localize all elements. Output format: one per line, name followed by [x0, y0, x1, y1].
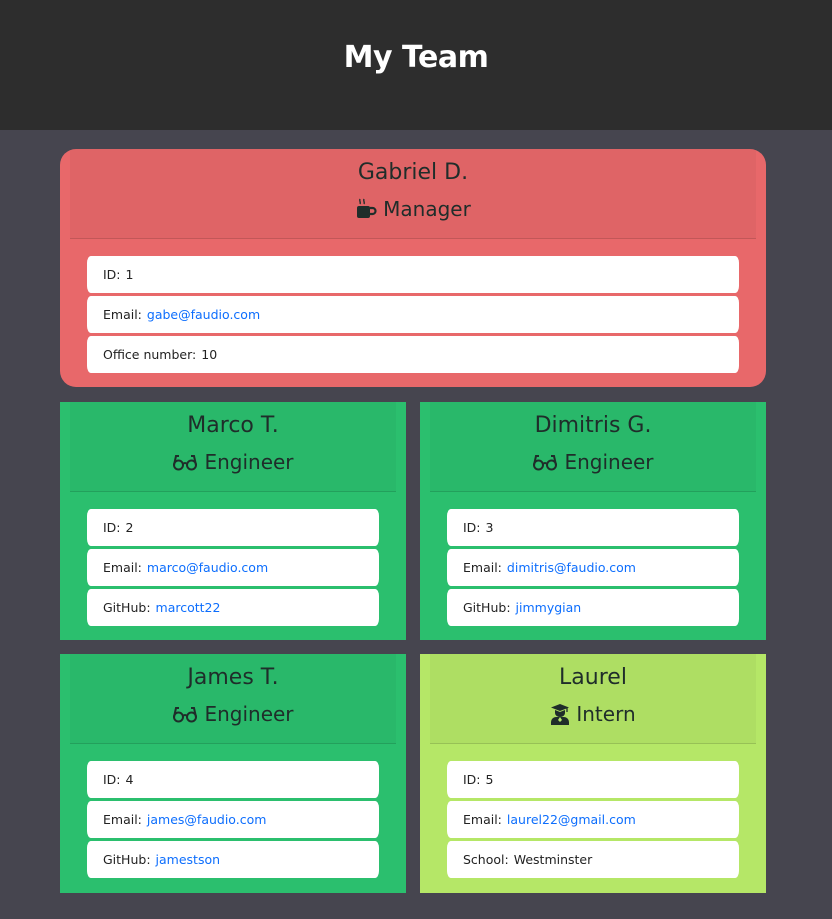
id-row: ID: 1 — [87, 256, 739, 293]
employee-name: Marco T. — [187, 413, 279, 438]
info-list: ID: 1 Email: gabe@faudio.com Office numb… — [87, 256, 739, 373]
id-value: 3 — [485, 520, 494, 535]
employee-name: Laurel — [559, 665, 627, 690]
email-label: Email: — [463, 560, 502, 575]
id-row: ID: 4 — [87, 761, 379, 798]
id-value: 1 — [125, 267, 134, 282]
coffee-mug-icon — [355, 198, 377, 220]
id-row: ID: 2 — [87, 509, 379, 546]
email-row: Email: laurel22@gmail.com — [447, 801, 739, 838]
glasses-icon — [532, 452, 558, 472]
email-link[interactable]: dimitris@faudio.com — [507, 560, 636, 575]
email-row: Email: marco@faudio.com — [87, 549, 379, 586]
employee-role: Manager — [355, 196, 471, 222]
email-link[interactable]: marco@faudio.com — [147, 560, 268, 575]
role-label: Engineer — [204, 702, 294, 726]
engineer-card: Dimitris G. Engineer ID: 3 Email: dimitr… — [420, 402, 766, 640]
email-label: Email: — [463, 812, 502, 827]
card-header: James T. Engineer — [70, 654, 396, 744]
github-link[interactable]: marcott22 — [156, 600, 221, 615]
engineer-card: Marco T. Engineer ID: 2 Email: marco@fau… — [60, 402, 406, 640]
info-list: ID: 5 Email: laurel22@gmail.com School: … — [447, 761, 739, 878]
id-row: ID: 3 — [447, 509, 739, 546]
office-label: Office number: — [103, 347, 197, 362]
email-link[interactable]: james@faudio.com — [147, 812, 267, 827]
id-label: ID: — [463, 520, 481, 535]
page-title: My Team — [343, 39, 489, 75]
office-value: 10 — [201, 347, 218, 362]
employee-name: Dimitris G. — [534, 413, 652, 438]
info-list: ID: 2 Email: marco@faudio.com GitHub: ma… — [87, 509, 379, 626]
id-row: ID: 5 — [447, 761, 739, 798]
github-row: GitHub: jamestson — [87, 841, 379, 878]
id-label: ID: — [103, 772, 121, 787]
glasses-icon — [172, 452, 198, 472]
github-row: GitHub: jimmygian — [447, 589, 739, 626]
github-link[interactable]: jimmygian — [516, 600, 582, 615]
id-value: 2 — [125, 520, 134, 535]
github-row: GitHub: marcott22 — [87, 589, 379, 626]
office-row: Office number: 10 — [87, 336, 739, 373]
email-link[interactable]: gabe@faudio.com — [147, 307, 260, 322]
email-label: Email: — [103, 560, 142, 575]
email-row: Email: gabe@faudio.com — [87, 296, 739, 333]
graduate-icon — [550, 703, 570, 725]
id-value: 4 — [125, 772, 134, 787]
github-link[interactable]: jamestson — [156, 852, 221, 867]
info-list: ID: 3 Email: dimitris@faudio.com GitHub:… — [447, 509, 739, 626]
school-value: Westminster — [513, 852, 593, 867]
email-label: Email: — [103, 307, 142, 322]
intern-card: Laurel Intern ID: 5 Email: laurel22@gmai… — [420, 654, 766, 893]
info-list: ID: 4 Email: james@faudio.com GitHub: ja… — [87, 761, 379, 878]
email-row: Email: dimitris@faudio.com — [447, 549, 739, 586]
id-value: 5 — [485, 772, 494, 787]
role-label: Manager — [383, 197, 471, 221]
school-row: School: Westminster — [447, 841, 739, 878]
role-label: Engineer — [564, 450, 654, 474]
id-label: ID: — [103, 267, 121, 282]
employee-role: Engineer — [172, 701, 294, 727]
card-header: Laurel Intern — [430, 654, 756, 744]
employee-role: Engineer — [172, 449, 294, 475]
github-label: GitHub: — [103, 600, 151, 615]
employee-name: James T. — [187, 665, 279, 690]
employee-name: Gabriel D. — [357, 160, 469, 185]
github-label: GitHub: — [103, 852, 151, 867]
page-header: My Team — [0, 0, 832, 130]
employee-role: Intern — [550, 701, 636, 727]
manager-card: Gabriel D. Manager ID: 1 Email: gabe@fau… — [60, 149, 766, 387]
engineer-card: James T. Engineer ID: 4 Email: james@fau… — [60, 654, 406, 893]
email-link[interactable]: laurel22@gmail.com — [507, 812, 636, 827]
employee-role: Engineer — [532, 449, 654, 475]
id-label: ID: — [463, 772, 481, 787]
glasses-icon — [172, 704, 198, 724]
school-label: School: — [463, 852, 509, 867]
role-label: Intern — [576, 702, 636, 726]
github-label: GitHub: — [463, 600, 511, 615]
email-label: Email: — [103, 812, 142, 827]
id-label: ID: — [103, 520, 121, 535]
card-header: Marco T. Engineer — [70, 402, 396, 492]
role-label: Engineer — [204, 450, 294, 474]
email-row: Email: james@faudio.com — [87, 801, 379, 838]
card-header: Dimitris G. Engineer — [430, 402, 756, 492]
card-header: Gabriel D. Manager — [70, 149, 756, 239]
